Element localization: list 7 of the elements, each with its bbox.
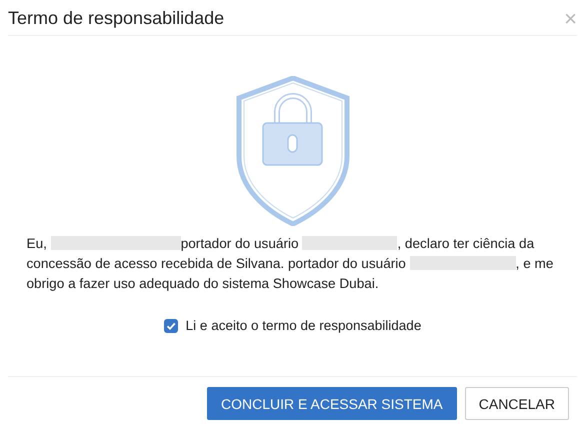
dialog-title: Termo de responsabilidade [8, 8, 224, 29]
checkbox[interactable] [164, 318, 178, 332]
declaration-text: Eu, portador do usuário , declaro ter ciência da concessão de acesso recebida de Silvana. portador do usuário , e me obrigo a fazer uso adequado do sistema Showcase Dubai. [26, 235, 554, 293]
confirm-button[interactable]: CONCLUIR E ACESSAR SISTEMA [207, 387, 457, 420]
shield-lock-icon [236, 76, 350, 226]
accept-label: Li e aceito o termo de responsabilidade [186, 318, 422, 333]
cancel-button[interactable]: CANCELAR [464, 387, 569, 420]
